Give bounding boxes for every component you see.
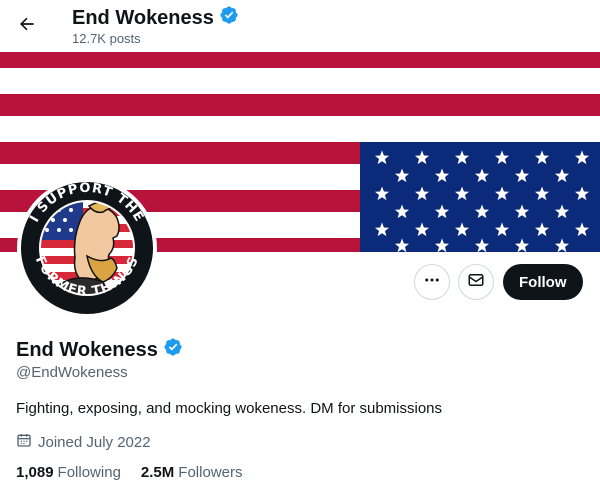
joined-date: Joined July 2022	[16, 432, 151, 452]
profile-name: End Wokeness	[16, 339, 158, 361]
top-bar: End Wokeness 12.7K posts	[0, 0, 600, 52]
envelope-icon	[467, 271, 485, 294]
calendar-icon	[16, 432, 32, 452]
joined-label: Joined July 2022	[38, 433, 151, 451]
profile-bio: Fighting, exposing, and mocking wokeness…	[16, 400, 443, 417]
profile-handle: @EndWokeness	[16, 364, 128, 381]
more-button[interactable]	[414, 264, 450, 300]
more-horizontal-icon	[423, 271, 441, 294]
followers-count: 2.5M	[140, 464, 175, 481]
verified-badge-icon	[219, 5, 239, 31]
post-count: 12.7K posts	[72, 31, 141, 46]
flag-canton	[360, 142, 600, 252]
following-link[interactable]: 1,089 Following	[16, 464, 121, 481]
avatar[interactable]: I SUPPORT THE FORMER THINGS	[17, 178, 157, 318]
arrow-left-icon	[17, 14, 37, 39]
following-count: 1,089	[16, 464, 54, 481]
back-button[interactable]	[10, 9, 44, 43]
followers-label: Followers	[178, 464, 243, 481]
follow-button[interactable]: Follow	[503, 264, 583, 300]
profile-name-row: End Wokeness	[16, 337, 183, 363]
verified-badge-icon[interactable]	[163, 337, 183, 363]
header-name: End Wokeness	[72, 7, 214, 29]
following-label: Following	[57, 464, 121, 481]
followers-link[interactable]: 2.5M Followers	[141, 464, 243, 481]
header-title: End Wokeness	[72, 5, 239, 31]
message-button[interactable]	[458, 264, 494, 300]
follow-stats: 1,089 Following 2.5M Followers	[16, 464, 242, 481]
